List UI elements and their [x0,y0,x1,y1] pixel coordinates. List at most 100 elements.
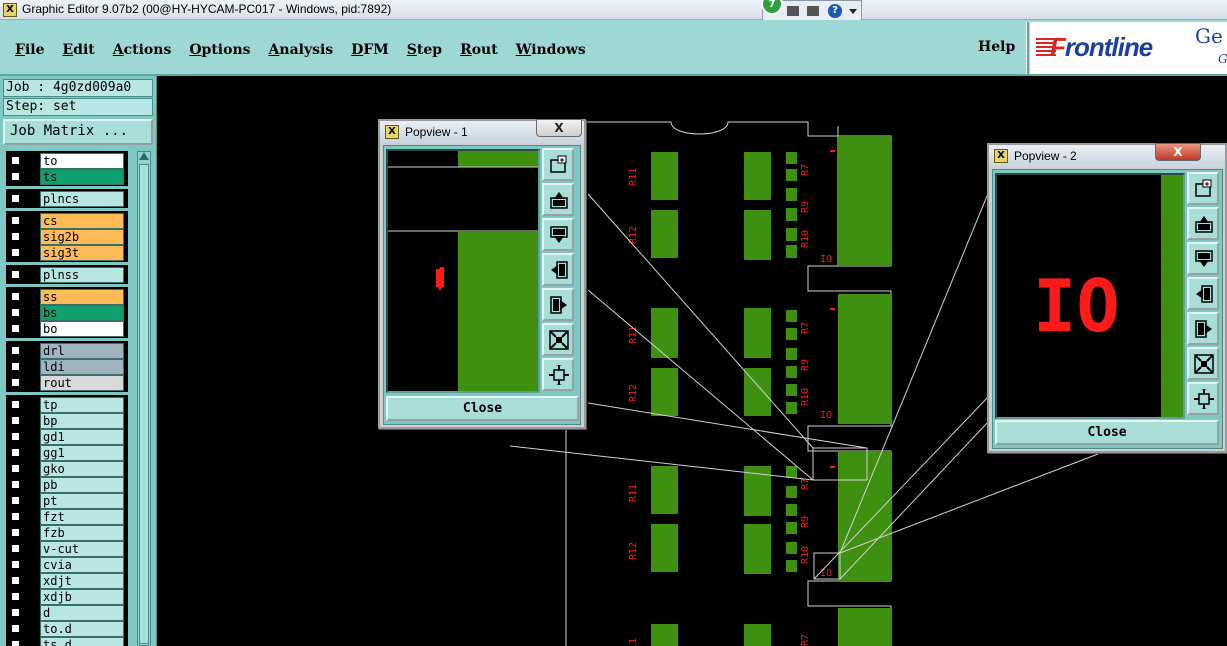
layer-row-cvia[interactable]: cvia [3,557,128,573]
menu-rout[interactable]: Rout [451,42,507,62]
layer-checkbox[interactable] [10,479,21,490]
layer-row-sig2b[interactable]: sig2b [3,229,128,245]
layer-checkbox[interactable] [10,307,21,318]
popview-1-pan-left-button[interactable] [542,253,574,286]
layer-row-xdjt[interactable]: xdjt [3,573,128,589]
menu-actions[interactable]: Actions [104,42,181,62]
popview-2-pan-left-button[interactable] [1187,277,1219,310]
layer-checkbox[interactable] [10,269,21,280]
layer-checkbox[interactable] [10,291,21,302]
layer-row-gg1[interactable]: gg1 [3,445,128,461]
layer-name[interactable]: fzt [40,509,124,525]
menu-options[interactable]: Options [180,42,259,62]
layer-name[interactable]: d [40,605,124,621]
layer-row-ts[interactable]: ts [3,169,128,185]
popview-2-viewport[interactable]: IO [995,173,1185,419]
layer-checkbox[interactable] [10,511,21,522]
layer-name[interactable]: rout [40,375,124,391]
layer-name[interactable]: cvia [40,557,124,573]
layer-name[interactable]: xdjt [40,573,124,589]
layer-row-to.d[interactable]: to.d [3,621,128,637]
layer-checkbox[interactable] [10,171,21,182]
layer-checkbox[interactable] [10,345,21,356]
layer-checkbox[interactable] [10,559,21,570]
layer-name[interactable]: gd1 [40,429,124,445]
layer-row-ss[interactable]: ss [3,289,128,305]
popview-1-close-button[interactable]: Close [386,396,579,421]
layer-row-ts.d[interactable]: ts.d [3,637,128,646]
layer-name[interactable]: ts.d [40,637,124,646]
popview-2-close-x-button[interactable]: X [1155,143,1201,161]
layer-checkbox[interactable] [10,415,21,426]
menu-dfm[interactable]: DFM [342,42,398,62]
popview-1-zoom-in-button[interactable] [542,358,574,391]
job-matrix-button[interactable]: Job Matrix ... [3,119,153,145]
popview-1-viewport[interactable] [386,149,540,393]
layer-name[interactable]: to.d [40,621,124,637]
layer-row-gd1[interactable]: gd1 [3,429,128,445]
popview-1-zoom-out-button[interactable] [542,323,574,356]
scrollbar-thumb[interactable] [139,164,149,644]
layer-row-bs[interactable]: bs [3,305,128,321]
help-icon[interactable]: ? [828,4,842,18]
layer-row-tp[interactable]: tp [3,397,128,413]
layer-name[interactable]: tp [40,397,124,413]
layer-checkbox[interactable] [10,623,21,634]
menu-analysis[interactable]: Analysis [260,42,343,62]
popview-2-zoom-out-button[interactable] [1187,347,1219,380]
layer-checkbox[interactable] [10,591,21,602]
layer-checkbox[interactable] [10,495,21,506]
layer-row-cs[interactable]: cs [3,213,128,229]
layer-checkbox[interactable] [10,377,21,388]
menu-help[interactable]: Help [978,39,1015,55]
layer-name[interactable]: pb [40,477,124,493]
menu-step[interactable]: Step [398,42,451,62]
layer-checkbox[interactable] [10,193,21,204]
layer-checkbox[interactable] [10,155,21,166]
popview-1-pan-up-button[interactable] [542,183,574,216]
tray-grid-icon[interactable] [787,6,799,16]
layer-name[interactable]: drl [40,343,124,359]
popview-2-pan-up-button[interactable] [1187,207,1219,240]
popview-2-zoom-in-button[interactable] [1187,382,1219,415]
menu-file[interactable]: File [6,42,54,62]
layer-checkbox[interactable] [10,231,21,242]
layer-row-pt[interactable]: pt [3,493,128,509]
layer-name[interactable]: sig2b [40,229,124,245]
layer-row-gko[interactable]: gko [3,461,128,477]
layer-checkbox[interactable] [10,361,21,372]
layer-row-ldi[interactable]: ldi [3,359,128,375]
layer-checkbox[interactable] [10,447,21,458]
tray-badge[interactable]: 7 [761,0,783,15]
layer-checkbox[interactable] [10,431,21,442]
layer-row-drl[interactable]: drl [3,343,128,359]
layer-row-plncs[interactable]: plncs [3,191,128,207]
layer-row-to[interactable]: to [3,153,128,169]
layer-name[interactable]: pt [40,493,124,509]
layer-name[interactable]: plnss [40,267,124,283]
layer-name[interactable]: bo [40,321,124,337]
keyboard-icon[interactable] [807,6,819,16]
layer-name[interactable]: bp [40,413,124,429]
layer-checkbox[interactable] [10,527,21,538]
layer-name[interactable]: gg1 [40,445,124,461]
layer-name[interactable]: v-cut [40,541,124,557]
layer-name[interactable]: cs [40,213,124,229]
layer-checkbox[interactable] [10,323,21,334]
layer-row-xdjb[interactable]: xdjb [3,589,128,605]
layer-name[interactable]: gko [40,461,124,477]
menu-windows[interactable]: Windows [507,42,595,62]
popview-1-close-x-button[interactable]: X [536,119,582,137]
popview-2-pan-down-button[interactable] [1187,242,1219,275]
layer-row-fzb[interactable]: fzb [3,525,128,541]
tray-chevron-down-icon[interactable] [849,9,857,14]
layer-name[interactable]: sig3t [40,245,124,261]
layer-checkbox[interactable] [10,639,21,646]
layer-row-plnss[interactable]: plnss [3,267,128,283]
menu-edit[interactable]: Edit [54,42,104,62]
popview-1-zoom-fit-button[interactable] [542,148,574,181]
layer-checkbox[interactable] [10,399,21,410]
layer-checkbox[interactable] [10,247,21,258]
layer-row-bp[interactable]: bp [3,413,128,429]
layer-row-pb[interactable]: pb [3,477,128,493]
